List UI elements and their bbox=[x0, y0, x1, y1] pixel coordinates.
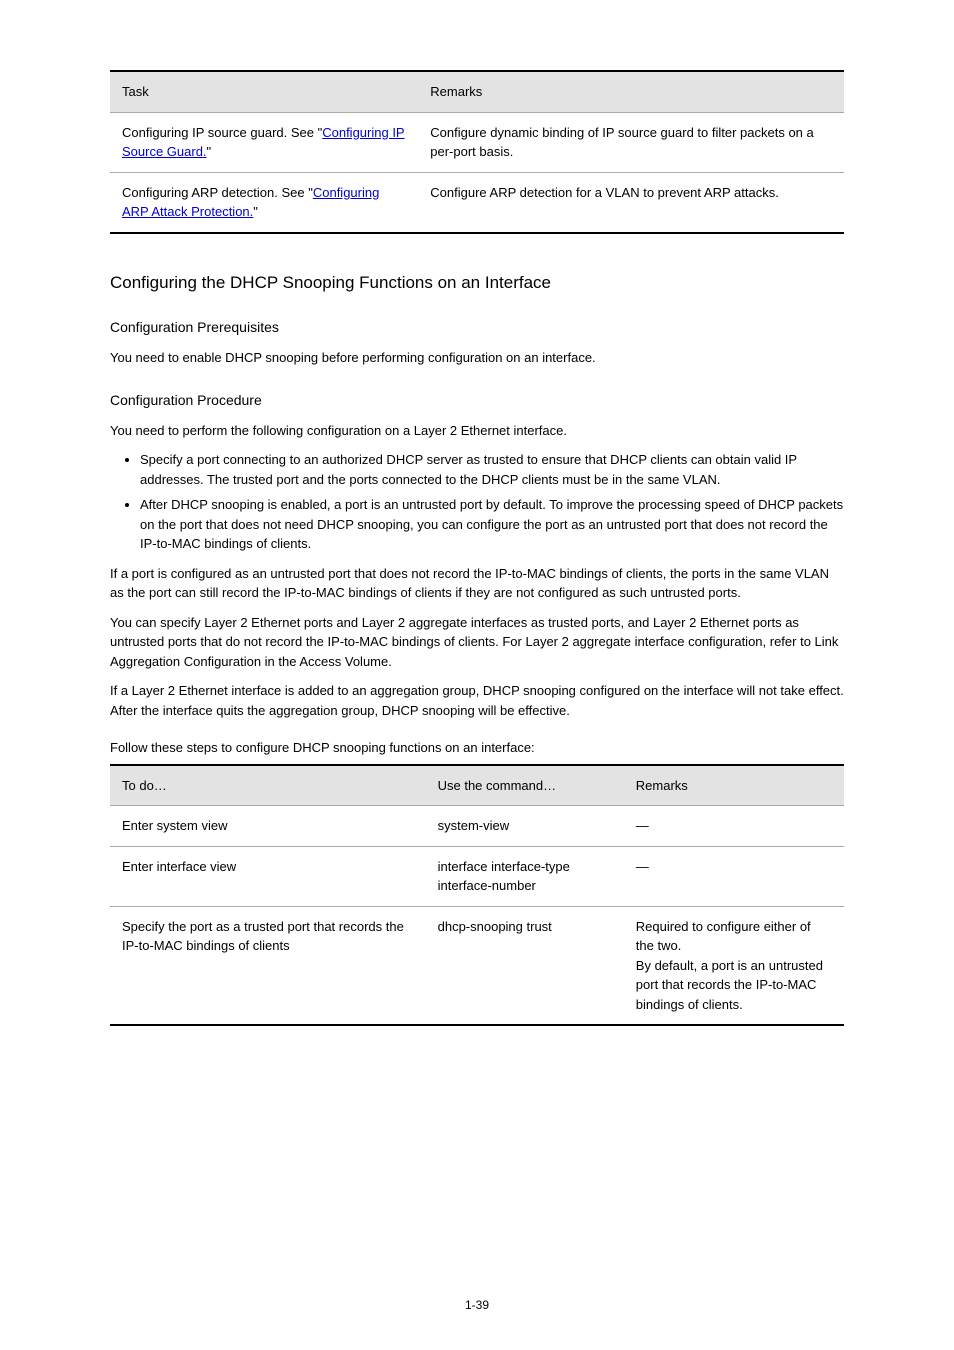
cmd-cell: dhcp-snooping trust bbox=[426, 906, 624, 1025]
table-row: Specify the port as a trusted port that … bbox=[110, 906, 844, 1025]
section-title: Configuring the DHCP Snooping Functions … bbox=[110, 270, 844, 296]
task-cell: Configuring ARP detection. See "Configur… bbox=[110, 172, 418, 233]
procedure-intro: You need to perform the following config… bbox=[110, 421, 844, 441]
list-item: Specify a port connecting to an authoriz… bbox=[140, 450, 844, 489]
remarks-cell: — bbox=[624, 806, 844, 847]
table-row: Configuring IP source guard. See "Config… bbox=[110, 112, 844, 172]
subsection-title-procedure: Configuration Procedure bbox=[110, 390, 844, 411]
prereq-paragraph: You need to enable DHCP snooping before … bbox=[110, 348, 844, 368]
table-header-row: To do… Use the command… Remarks bbox=[110, 765, 844, 806]
list-item: After DHCP snooping is enabled, a port i… bbox=[140, 495, 844, 554]
col-remarks-header: Remarks bbox=[418, 71, 844, 112]
cmd-cell: system-view bbox=[426, 806, 624, 847]
table-row: Enter interface view interface interface… bbox=[110, 846, 844, 906]
task-cell: Configuring IP source guard. See "Config… bbox=[110, 112, 418, 172]
paragraph: You can specify Layer 2 Ethernet ports a… bbox=[110, 613, 844, 672]
command-table: To do… Use the command… Remarks Enter sy… bbox=[110, 764, 844, 1027]
procedure-bullets: Specify a port connecting to an authoriz… bbox=[140, 450, 844, 554]
col-cmd-header: Use the command… bbox=[426, 765, 624, 806]
remarks-cell: Configure dynamic binding of IP source g… bbox=[418, 112, 844, 172]
cmd-cell: interface interface-type interface-numbe… bbox=[426, 846, 624, 906]
todo-cell: Enter system view bbox=[110, 806, 426, 847]
subsection-title-prereq: Configuration Prerequisites bbox=[110, 317, 844, 338]
page-number: 1-39 bbox=[0, 1296, 954, 1314]
paragraph: If a port is configured as an untrusted … bbox=[110, 564, 844, 603]
remarks-cell: Configure ARP detection for a VLAN to pr… bbox=[418, 172, 844, 233]
table-header-row: Task Remarks bbox=[110, 71, 844, 112]
table-row: Enter system view system-view — bbox=[110, 806, 844, 847]
col-todo-header: To do… bbox=[110, 765, 426, 806]
col-task-header: Task bbox=[110, 71, 418, 112]
remarks-cell: Required to configure either of the two.… bbox=[624, 906, 844, 1025]
col-remarks-header: Remarks bbox=[624, 765, 844, 806]
todo-cell: Specify the port as a trusted port that … bbox=[110, 906, 426, 1025]
task-remarks-table: Task Remarks Configuring IP source guard… bbox=[110, 70, 844, 234]
todo-cell: Enter interface view bbox=[110, 846, 426, 906]
table-row: Configuring ARP detection. See "Configur… bbox=[110, 172, 844, 233]
table-caption: Follow these steps to configure DHCP sno… bbox=[110, 738, 844, 758]
paragraph: If a Layer 2 Ethernet interface is added… bbox=[110, 681, 844, 720]
remarks-cell: — bbox=[624, 846, 844, 906]
